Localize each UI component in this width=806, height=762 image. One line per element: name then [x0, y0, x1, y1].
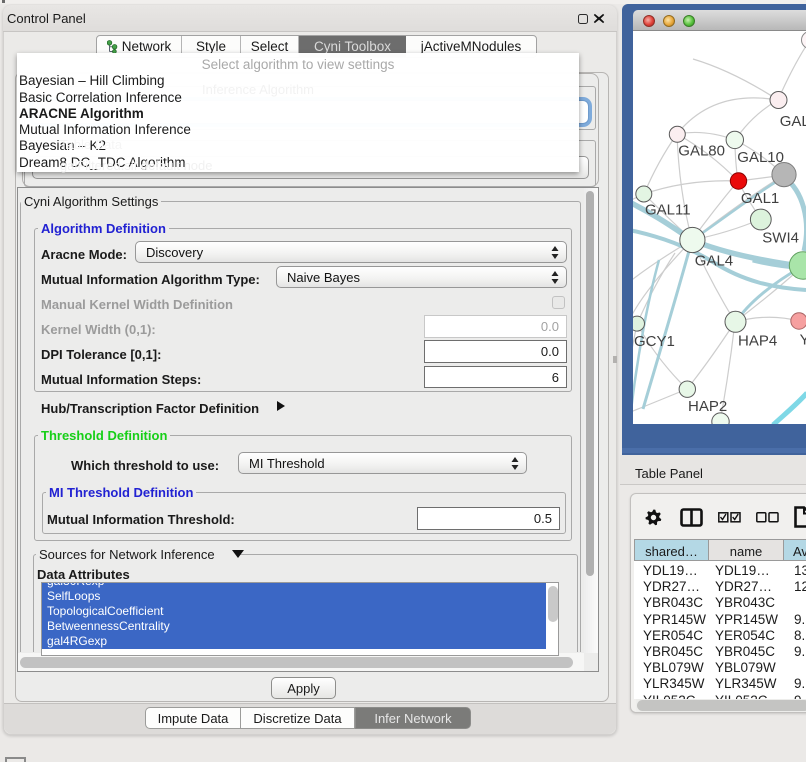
- svg-text:HAP2: HAP2: [688, 398, 727, 415]
- svg-text:GAL11: GAL11: [645, 202, 691, 219]
- svg-text:GAL80: GAL80: [678, 143, 725, 160]
- svg-text:GCY1: GCY1: [634, 333, 675, 350]
- svg-text:Y: Y: [800, 332, 806, 349]
- svg-text:HAP4: HAP4: [738, 333, 777, 350]
- svg-text:GAL4: GAL4: [695, 253, 733, 270]
- svg-text:GAL: GAL: [780, 113, 806, 130]
- svg-text:SWI4: SWI4: [762, 230, 799, 247]
- svg-text:GAL1: GAL1: [741, 190, 779, 207]
- svg-text:GAL10: GAL10: [737, 149, 784, 166]
